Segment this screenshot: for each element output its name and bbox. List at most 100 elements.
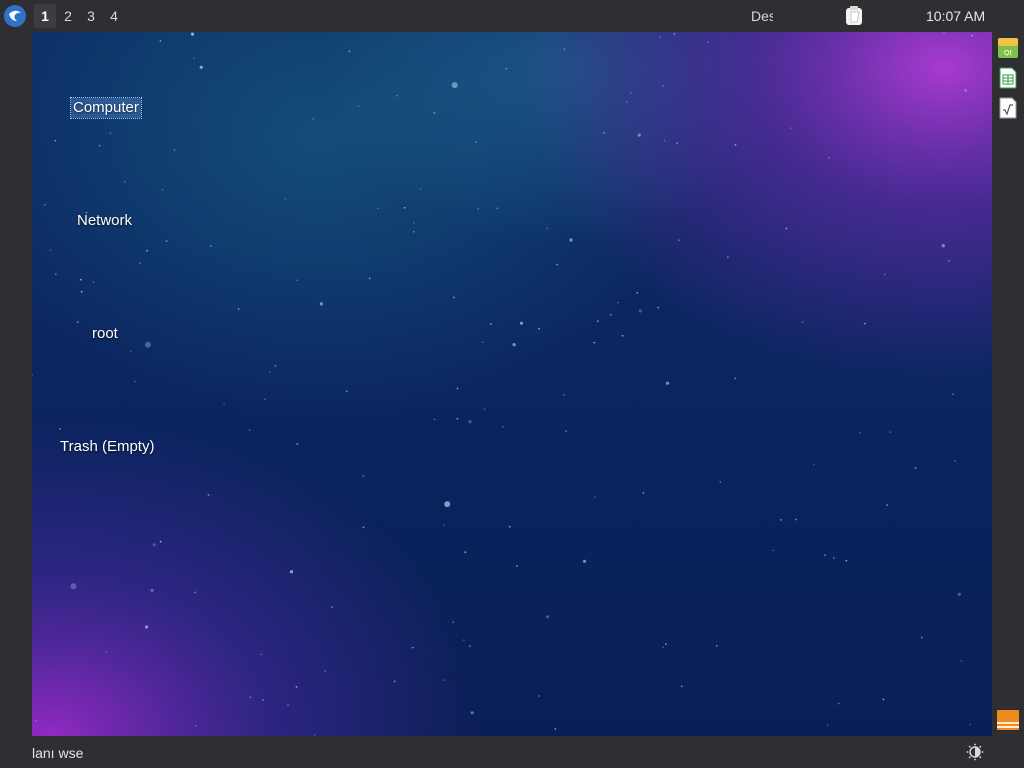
wallpaper-star: [319, 302, 323, 306]
wallpaper-star: [673, 33, 676, 35]
settings-tray-icon[interactable]: [966, 743, 984, 761]
dock-app-orange[interactable]: [997, 708, 1019, 732]
wallpaper-star: [960, 660, 963, 662]
wallpaper-star: [563, 394, 565, 396]
wallpaper-star: [734, 143, 737, 146]
desktop-icon-computer[interactable]: Computer: [70, 97, 142, 119]
wallpaper-star: [886, 504, 888, 506]
wallpaper-star: [616, 301, 619, 304]
wallpaper-star: [790, 127, 792, 130]
wallpaper-star: [943, 32, 945, 35]
wallpaper-star: [444, 501, 451, 508]
wallpaper-star: [452, 621, 455, 624]
wallpaper-star: [210, 245, 212, 247]
taskbar-window-title[interactable]: Des: [751, 8, 773, 24]
wallpaper-star: [411, 646, 414, 649]
wallpaper-star: [971, 34, 973, 37]
desktop[interactable]: Computer Network root Trash (Empty): [32, 32, 992, 736]
wallpaper-star: [296, 443, 299, 445]
wallpaper-star: [602, 132, 605, 134]
workspace-4[interactable]: 4: [103, 4, 125, 28]
wallpaper-star: [481, 341, 484, 344]
clock[interactable]: 10:07 AM: [926, 8, 985, 24]
wallpaper-star: [92, 281, 95, 284]
wallpaper-star: [719, 481, 722, 483]
desktop-icon-trash[interactable]: Trash (Empty): [58, 437, 156, 457]
wallpaper-star: [477, 208, 480, 210]
wallpaper-star: [957, 592, 961, 596]
wallpaper-star: [34, 719, 37, 722]
wallpaper-star: [393, 680, 396, 683]
wallpaper-star: [889, 431, 892, 434]
wallpaper-star: [662, 85, 664, 87]
wallpaper-star: [625, 101, 628, 103]
wallpaper-star: [98, 144, 101, 147]
wallpaper-star: [813, 463, 815, 466]
wallpaper-star: [659, 36, 662, 39]
wallpaper-star: [948, 259, 950, 262]
wallpaper-star: [554, 728, 557, 730]
wallpaper-star: [139, 262, 142, 264]
wallpaper-star: [680, 685, 683, 688]
wallpaper-star: [194, 725, 197, 727]
wallpaper-star: [563, 48, 566, 50]
wallpaper-star: [469, 645, 471, 647]
wallpaper-star: [453, 296, 455, 299]
wallpaper-star: [496, 207, 499, 210]
wallpaper-star: [194, 591, 197, 594]
wallpaper-star: [207, 494, 210, 496]
desktop-icon-root[interactable]: root: [90, 324, 120, 344]
wallpaper-star: [676, 142, 678, 145]
workspace-2[interactable]: 2: [57, 4, 79, 28]
wallpaper-star: [165, 240, 168, 243]
wallpaper-star: [538, 695, 540, 697]
screen: 1 2 3 4 Des 10:07 AM Computer Network ro…: [0, 0, 1024, 768]
wallpaper-star: [621, 334, 624, 337]
dock-app-qt[interactable]: Qt: [997, 36, 1019, 60]
wallpaper-star: [665, 643, 667, 646]
dock-app-formula[interactable]: [997, 96, 1019, 120]
wallpaper-star: [130, 350, 132, 353]
wallpaper-star: [456, 387, 459, 390]
wallpaper-star: [556, 263, 559, 266]
wallpaper-star: [826, 724, 829, 726]
wallpaper-star: [357, 104, 360, 107]
wallpaper-star: [914, 467, 917, 469]
wallpaper-star: [483, 408, 486, 410]
dock-app-spreadsheet[interactable]: [997, 66, 1019, 90]
wallpaper-star: [882, 698, 885, 701]
wallpaper-star: [505, 67, 508, 70]
wallpaper-star: [707, 41, 710, 44]
wallpaper-star: [274, 364, 277, 367]
wallpaper-star: [284, 197, 287, 200]
bottom-taskbar-label[interactable]: lanı wse: [32, 745, 83, 761]
wallpaper-star: [59, 428, 62, 430]
wallpaper-star: [727, 256, 729, 259]
wallpaper-star: [456, 417, 459, 420]
wallpaper-star: [152, 543, 156, 547]
wallpaper-star: [490, 323, 492, 325]
clipboard-tray-icon[interactable]: [843, 6, 865, 26]
wallpaper-star: [519, 321, 524, 325]
wallpaper-star: [264, 398, 266, 401]
desktop-icon-network[interactable]: Network: [75, 211, 134, 231]
top-panel: 1 2 3 4 Des 10:07 AM: [0, 0, 1024, 32]
wallpaper-star: [193, 57, 195, 60]
right-dock: Qt: [992, 32, 1024, 736]
workspace-3[interactable]: 3: [80, 4, 102, 28]
formula-document-icon: [999, 97, 1017, 119]
wallpaper-star: [594, 496, 596, 499]
wallpaper-star: [772, 549, 774, 552]
wallpaper-star: [133, 380, 136, 383]
wallpaper-star: [657, 306, 660, 309]
wallpaper-star: [920, 636, 923, 639]
wallpaper-star: [105, 651, 107, 654]
workspace-1[interactable]: 1: [34, 4, 56, 28]
start-menu-button[interactable]: [4, 5, 26, 27]
wallpaper-star: [403, 206, 406, 209]
wallpaper-star: [964, 88, 968, 92]
wallpaper-star: [287, 704, 289, 707]
wallpaper-star: [565, 430, 568, 433]
wallpaper-star: [159, 540, 162, 543]
wallpaper-star: [249, 696, 252, 699]
